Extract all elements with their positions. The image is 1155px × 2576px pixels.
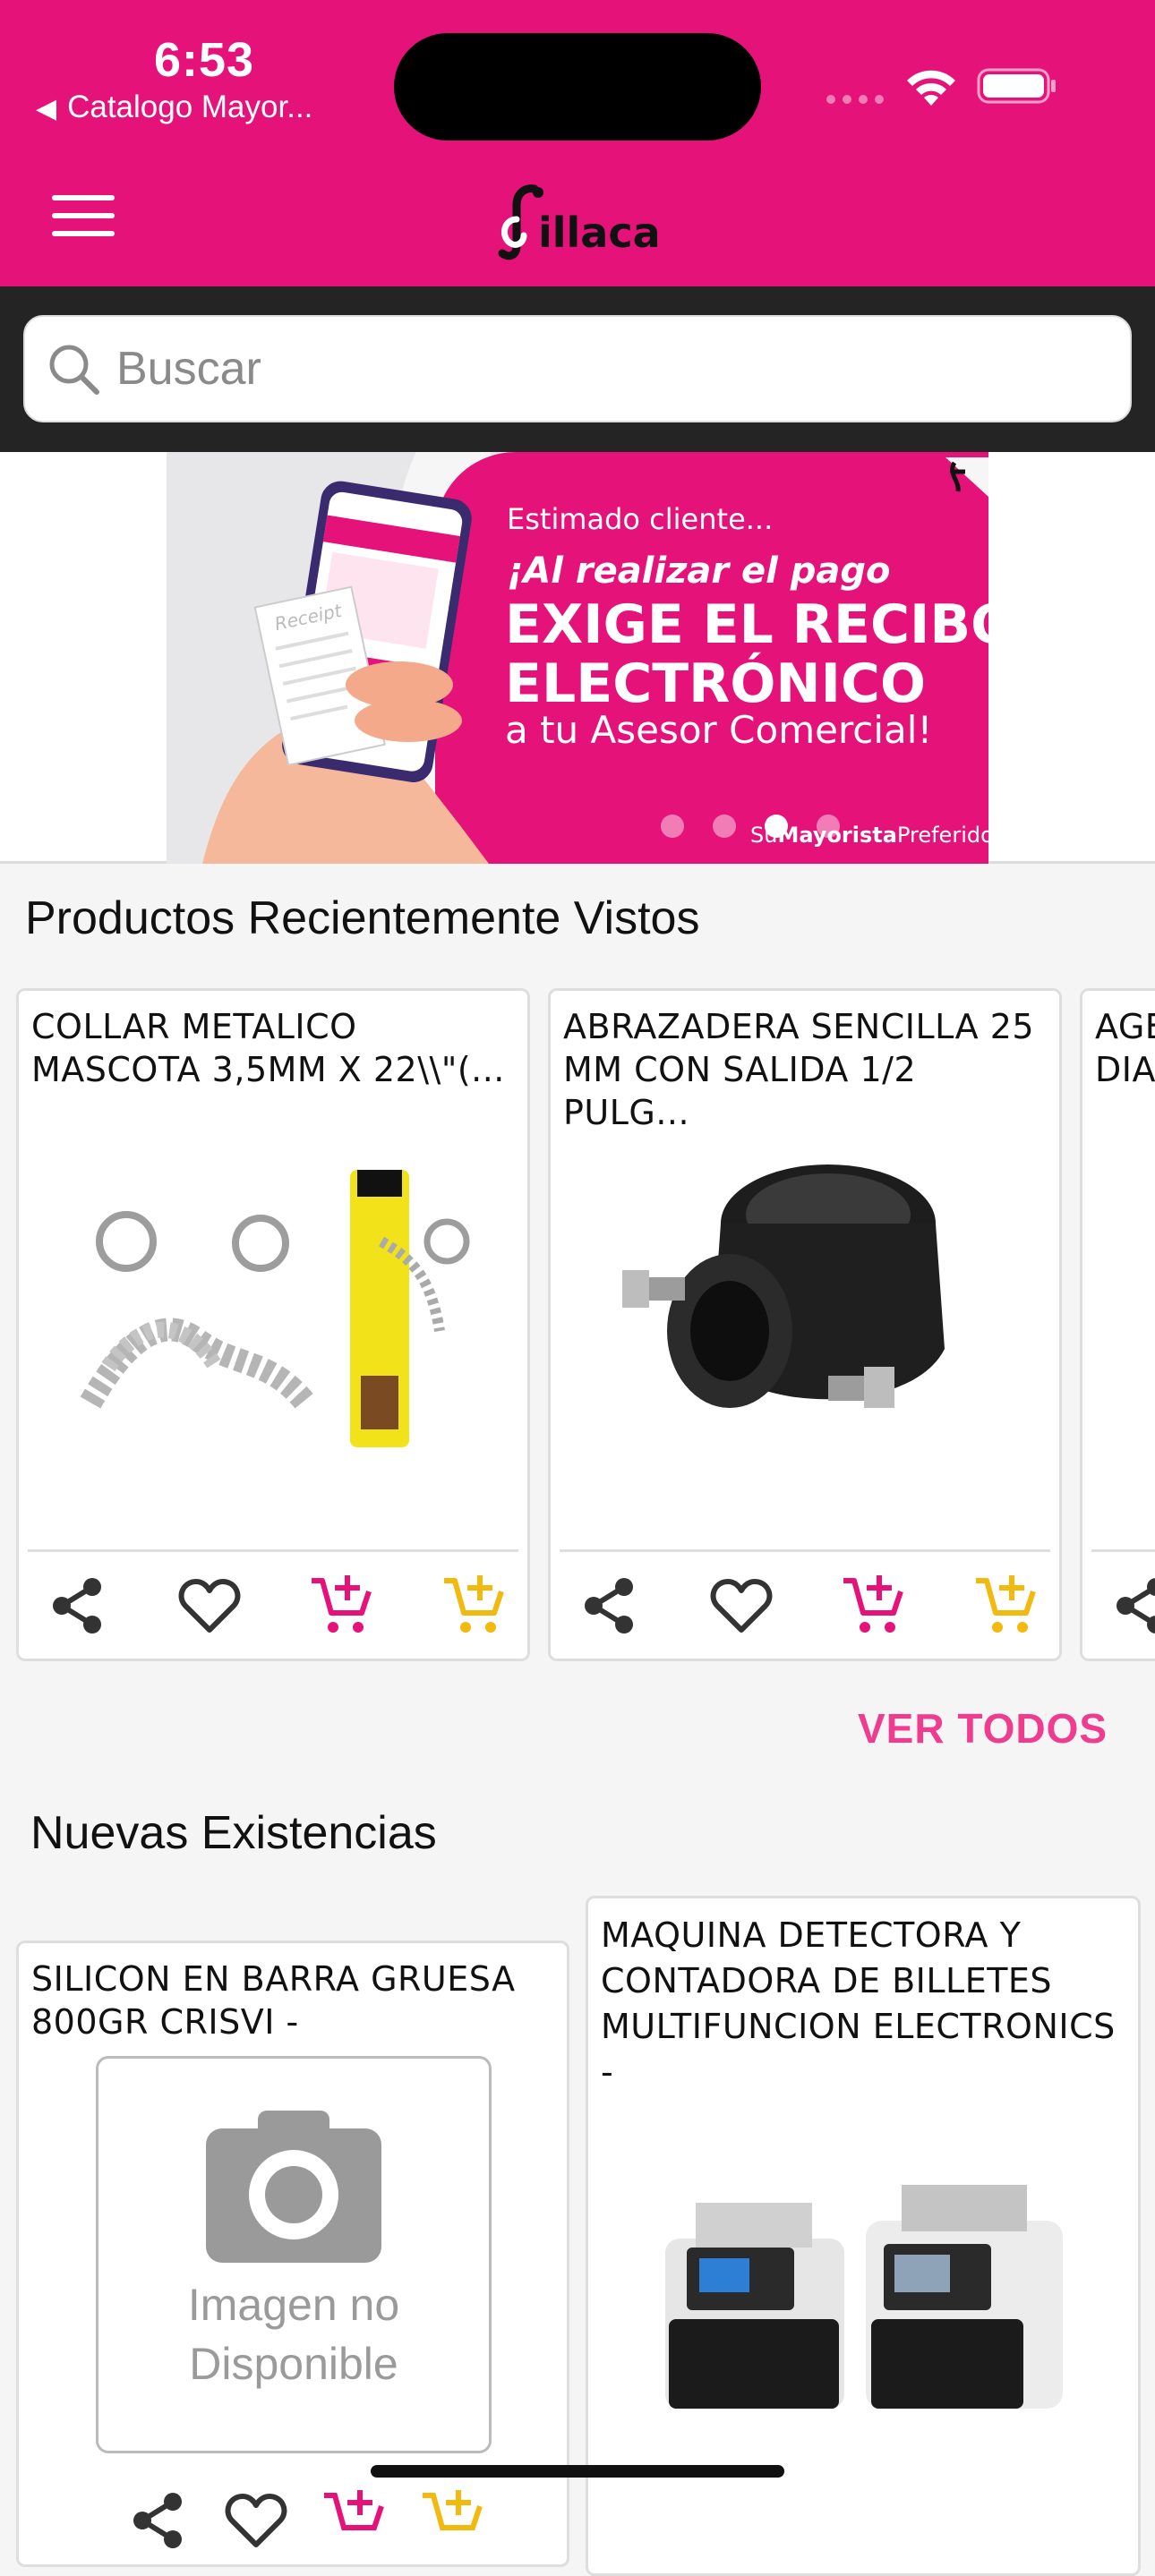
product-card[interactable]: AGE DIA — [1080, 988, 1155, 1661]
product-actions — [1082, 1565, 1155, 1646]
product-name: COLLAR METALICO MASCOTA 3,5MM X 22\\"(..… — [31, 1007, 505, 1089]
product-image-bill-counter — [665, 2185, 1063, 2409]
cart-plus-icon — [324, 2490, 384, 2530]
share-icon — [1116, 1578, 1155, 1633]
share-button[interactable] — [569, 1565, 649, 1646]
status-time: 6:53 — [154, 33, 255, 87]
cart-plus-icon — [976, 1575, 1036, 1633]
product-actions — [551, 1565, 1059, 1646]
share-icon — [585, 1578, 633, 1633]
banner-headline-1: EXIGE EL RECIBO — [505, 593, 988, 656]
product-name: ABRAZADERA SENCILLA 25 MM CON SALIDA 1/2… — [563, 1007, 1035, 1132]
card-divider — [1091, 1549, 1155, 1552]
product-image-chain-collar — [80, 1170, 470, 1447]
product-actions — [19, 1565, 527, 1646]
add-to-cart-button[interactable] — [302, 1565, 382, 1646]
product-card[interactable]: COLLAR METALICO MASCOTA 3,5MM X 22\\"(..… — [16, 988, 530, 1661]
back-to-app-link[interactable]: ◀ Catalogo Mayor... — [36, 90, 312, 125]
wifi-icon — [907, 70, 955, 106]
view-all-link[interactable]: VER TODOS — [858, 1704, 1108, 1753]
tillaca-logo[interactable]: illaca — [497, 183, 676, 264]
heart-icon — [178, 1579, 241, 1633]
carousel-dot[interactable] — [661, 815, 684, 838]
hamburger-menu-button[interactable] — [52, 195, 115, 242]
search-icon — [49, 345, 99, 395]
cart-plus-icon — [843, 1575, 903, 1633]
product-name: SILICON EN BARRA GRUESA 800GR CRISVI - — [31, 1959, 516, 2042]
product-actions — [19, 2480, 567, 2561]
carousel-dot[interactable] — [817, 815, 840, 838]
share-button[interactable] — [117, 2480, 198, 2561]
product-card[interactable]: ABRAZADERA SENCILLA 25 MM CON SALIDA 1/2… — [548, 988, 1062, 1661]
heart-icon — [710, 1579, 773, 1633]
quick-add-cart-button[interactable] — [966, 1565, 1047, 1646]
add-to-cart-button[interactable] — [314, 2480, 395, 2561]
search-field[interactable] — [23, 315, 1132, 422]
cart-plus-icon — [444, 1575, 504, 1633]
cart-plus-icon — [423, 2490, 483, 2530]
share-button[interactable] — [37, 1565, 117, 1646]
share-icon — [53, 1578, 101, 1633]
menu-bar — [52, 231, 115, 236]
menu-bar — [52, 195, 115, 200]
share-button[interactable] — [1100, 1565, 1155, 1646]
section-title-new-stock: Nuevas Existencias — [30, 1807, 437, 1859]
dynamic-island — [394, 33, 761, 141]
favorite-button[interactable] — [216, 2480, 296, 2561]
no-image-line-1: Imagen no — [187, 2280, 400, 2330]
banner-greeting: Estimado cliente... — [507, 502, 774, 536]
tagline-suffix: Preferido — [896, 823, 988, 848]
banner-headline-2: ELECTRÓNICO — [505, 653, 926, 715]
app-header: 6:53 ◀ Catalogo Mayor... illaca — [0, 0, 1155, 286]
search-input[interactable] — [115, 333, 1099, 405]
favorite-button[interactable] — [701, 1565, 782, 1646]
carousel-dot-active[interactable] — [765, 815, 788, 838]
add-to-cart-button[interactable] — [834, 1565, 914, 1646]
carousel-dot[interactable] — [713, 815, 736, 838]
logo-wordmark: illaca — [538, 209, 661, 257]
card-divider — [560, 1549, 1050, 1552]
camera-icon — [206, 2111, 381, 2263]
cart-plus-icon — [312, 1575, 372, 1633]
product-name: MAQUINA DETECTORA Y CONTADORA DE BILLETE… — [601, 1915, 1116, 2092]
promo-banner-area: Receipt Estimado cliente... ¡Al realizar… — [0, 452, 1155, 864]
back-app-label: Catalogo Mayor... — [67, 90, 313, 124]
menu-bar — [52, 213, 115, 218]
product-name: AGE DIA — [1095, 1007, 1155, 1089]
promo-banner[interactable]: Receipt Estimado cliente... ¡Al realizar… — [167, 452, 988, 864]
home-indicator — [371, 2465, 784, 2478]
back-triangle-icon: ◀ — [36, 94, 57, 124]
favorite-button[interactable] — [169, 1565, 250, 1646]
share-icon — [133, 2493, 182, 2548]
quick-add-cart-button[interactable] — [434, 1565, 515, 1646]
heart-icon — [225, 2494, 287, 2547]
banner-subheading: ¡Al realizar el pago — [507, 550, 891, 592]
product-image-pipe-clamp — [622, 1164, 945, 1408]
no-image-text: Imagen no Disponible — [188, 2275, 399, 2393]
cellular-signal-icon — [826, 95, 884, 104]
section-title-recent: Productos Recientemente Vistos — [25, 892, 700, 944]
no-image-line-2: Disponible — [189, 2339, 398, 2389]
carousel-indicator[interactable] — [661, 815, 868, 842]
card-divider — [28, 1549, 518, 1552]
battery-icon — [977, 68, 1056, 104]
banner-footer-line: a tu Asesor Comercial! — [505, 708, 933, 752]
quick-add-cart-button[interactable] — [413, 2480, 493, 2561]
image-placeholder: Imagen no Disponible — [96, 2056, 492, 2453]
